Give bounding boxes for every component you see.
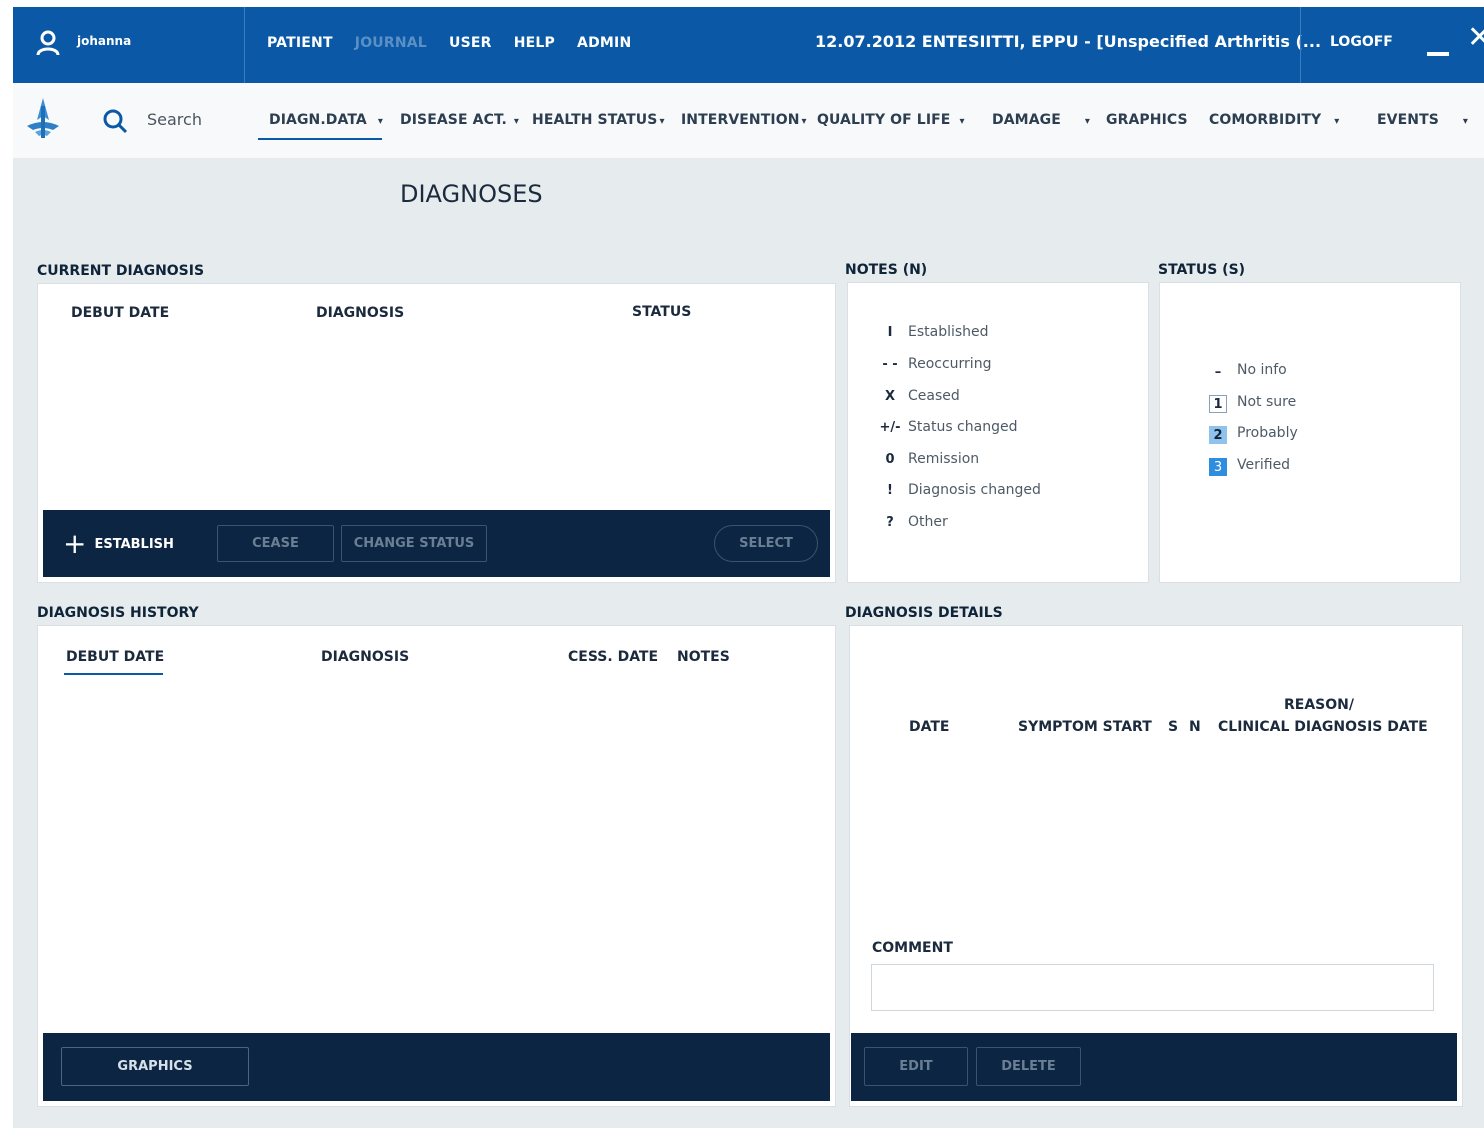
nav-graphics[interactable]: GRAPHICS	[1106, 112, 1188, 128]
close-icon[interactable]: ✕	[1467, 23, 1484, 53]
app-window: johanna PATIENT JOURNAL USER HELP ADMIN …	[13, 7, 1484, 1128]
current-diagnosis-toolbar: + ESTABLISH CEASE CHANGE STATUS SELECT	[43, 510, 830, 577]
history-toolbar: GRAPHICS	[43, 1033, 830, 1101]
patient-info[interactable]: 12.07.2012 ENTESIITTI, EPPU - [Unspecifi…	[815, 32, 1321, 51]
column-header-debut-date[interactable]: DEBUT DATE	[71, 305, 169, 321]
top-menu: PATIENT JOURNAL USER HELP ADMIN	[267, 35, 648, 51]
nav-health-status[interactable]: HEALTH STATUS ▾	[532, 112, 665, 128]
edit-button[interactable]: EDIT	[864, 1047, 968, 1086]
note-text-other: Other	[908, 514, 948, 530]
details-toolbar: EDIT DELETE	[851, 1033, 1457, 1101]
column-header-diagnosis[interactable]: DIAGNOSIS	[321, 649, 409, 665]
nav-comorbidity[interactable]: COMORBIDITY ▾	[1209, 112, 1339, 128]
column-header-s[interactable]: S	[1168, 719, 1178, 735]
logoff-button[interactable]: LOGOFF	[1330, 34, 1393, 50]
divider	[1300, 7, 1301, 83]
chevron-down-icon: ▾	[513, 116, 519, 127]
delete-button[interactable]: DELETE	[976, 1047, 1081, 1086]
app-logo[interactable]	[23, 96, 63, 146]
status-symbol-verified: 3	[1209, 458, 1227, 476]
column-header-status[interactable]: STATUS	[632, 304, 691, 320]
notes-label: NOTES (N)	[845, 262, 928, 278]
cease-button[interactable]: CEASE	[217, 525, 334, 562]
nav-events[interactable]: EVENTS ▾	[1377, 112, 1468, 128]
nav-diagn-data[interactable]: DIAGN.DATA ▾	[269, 112, 383, 128]
top-bar: johanna PATIENT JOURNAL USER HELP ADMIN …	[13, 7, 1484, 83]
chevron-down-icon: ▾	[801, 116, 807, 127]
plus-icon: +	[63, 527, 87, 560]
note-symbol-established: I	[887, 325, 893, 340]
status-text-verified: Verified	[1237, 457, 1291, 473]
menu-user[interactable]: USER	[449, 35, 492, 51]
page-title: DIAGNOSES	[400, 180, 543, 208]
column-header-cess-date[interactable]: CESS. DATE	[568, 649, 658, 665]
status-text-probably: Probably	[1237, 425, 1298, 441]
minimize-icon[interactable]	[1427, 52, 1449, 56]
select-button[interactable]: SELECT	[714, 525, 818, 562]
note-symbol-status-changed: +/-	[879, 420, 901, 435]
column-header-symptom-start[interactable]: SYMPTOM START	[1018, 719, 1152, 735]
note-symbol-diagnosis-changed: !	[887, 483, 893, 498]
column-header-debut-date[interactable]: DEBUT DATE	[66, 649, 164, 665]
user-menu[interactable]: johanna	[13, 7, 245, 83]
active-tab-indicator	[258, 138, 382, 140]
chevron-down-icon: ▾	[659, 116, 665, 127]
chevron-down-icon: ▾	[1462, 116, 1469, 127]
column-header-notes[interactable]: NOTES	[677, 649, 730, 665]
status-text-no-info: No info	[1237, 362, 1287, 378]
search-input[interactable]	[139, 107, 249, 131]
nav-intervention[interactable]: INTERVENTION ▾	[681, 112, 807, 128]
note-symbol-reoccurring: - -	[882, 357, 898, 372]
menu-journal[interactable]: JOURNAL	[355, 35, 427, 51]
sort-indicator	[64, 673, 163, 675]
comment-field[interactable]	[871, 964, 1434, 1011]
status-legend-panel	[1159, 282, 1461, 583]
nav-quality-of-life[interactable]: QUALITY OF LIFE ▾	[817, 112, 965, 128]
search-icon[interactable]	[102, 108, 128, 138]
note-text-remission: Remission	[908, 451, 980, 467]
note-text-status-changed: Status changed	[908, 419, 1018, 435]
column-header-date[interactable]: DATE	[909, 719, 949, 735]
status-symbol-no-info: –	[1214, 364, 1222, 380]
nav-damage[interactable]: DAMAGE ▾	[992, 112, 1090, 128]
column-header-reason[interactable]: REASON/	[1284, 697, 1354, 713]
graphics-button[interactable]: GRAPHICS	[61, 1047, 249, 1086]
user-icon	[36, 30, 60, 60]
menu-patient[interactable]: PATIENT	[267, 35, 333, 51]
change-status-button[interactable]: CHANGE STATUS	[341, 525, 487, 562]
column-header-n[interactable]: N	[1189, 719, 1201, 735]
chevron-down-icon: ▾	[959, 116, 965, 127]
status-text-not-sure: Not sure	[1237, 394, 1297, 410]
note-text-diagnosis-changed: Diagnosis changed	[908, 482, 1041, 498]
column-header-clinical-diagnosis-date[interactable]: CLINICAL DIAGNOSIS DATE	[1218, 719, 1428, 735]
note-symbol-remission: 0	[885, 452, 895, 467]
chevron-down-icon: ▾	[1084, 116, 1091, 127]
status-symbol-probably: 2	[1209, 426, 1227, 444]
current-diagnosis-label: CURRENT DIAGNOSIS	[37, 263, 205, 279]
module-nav: DIAGN.DATA ▾ DISEASE ACT. ▾ HEALTH STATU…	[13, 83, 1484, 158]
menu-admin[interactable]: ADMIN	[577, 35, 631, 51]
username: johanna	[77, 34, 132, 48]
note-symbol-ceased: X	[884, 389, 896, 404]
status-symbol-not-sure: 1	[1209, 395, 1227, 413]
diagnosis-details-label: DIAGNOSIS DETAILS	[845, 605, 1003, 621]
note-text-established: Established	[908, 324, 989, 340]
note-text-ceased: Ceased	[908, 388, 960, 404]
establish-button[interactable]: + ESTABLISH	[63, 530, 174, 558]
comment-label: COMMENT	[872, 940, 953, 956]
status-label: STATUS (S)	[1158, 262, 1246, 278]
menu-help[interactable]: HELP	[514, 35, 555, 51]
note-symbol-other: ?	[886, 515, 894, 530]
chevron-down-icon: ▾	[1334, 116, 1340, 127]
chevron-down-icon: ▾	[377, 116, 383, 127]
diagnosis-history-label: DIAGNOSIS HISTORY	[37, 605, 199, 621]
note-text-reoccurring: Reoccurring	[908, 356, 992, 372]
nav-disease-act[interactable]: DISEASE ACT. ▾	[400, 112, 519, 128]
column-header-diagnosis[interactable]: DIAGNOSIS	[316, 305, 404, 321]
